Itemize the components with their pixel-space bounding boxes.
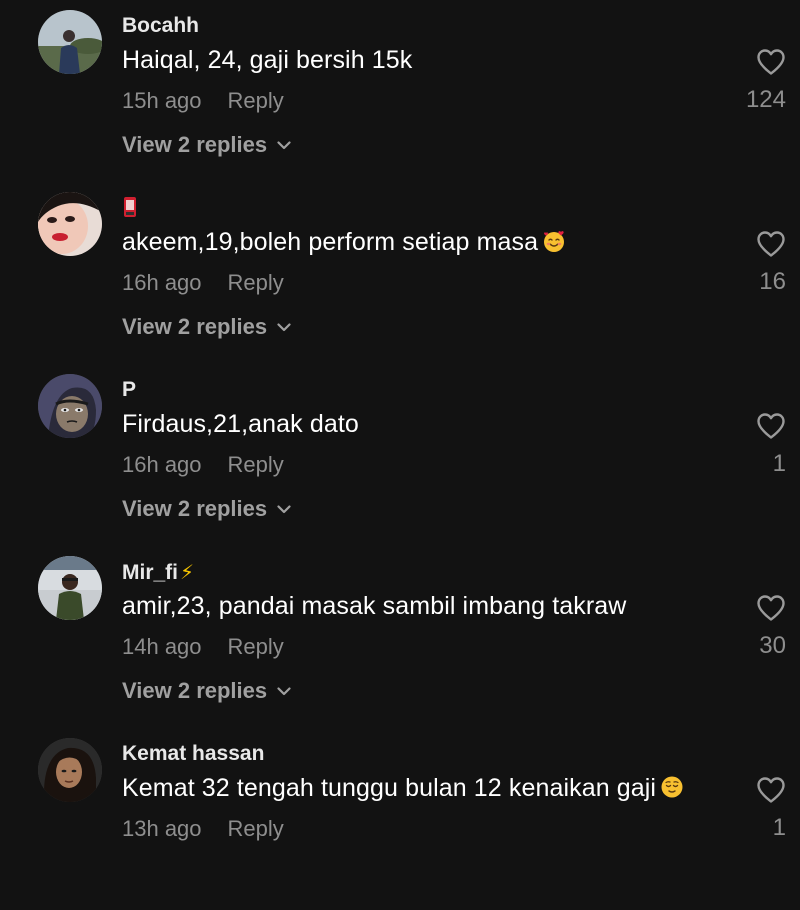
avatar[interactable] — [38, 374, 102, 438]
view-replies-label: View 2 replies — [122, 496, 268, 521]
comment-text-content: Kemat 32 tengah tunggu bulan 12 kenaikan… — [122, 774, 657, 802]
comment-time: 15h ago — [122, 88, 202, 113]
chevron-down-icon — [277, 505, 291, 514]
comment-item: Kemat hassan Kemat 32 tengah tunggu bula… — [0, 728, 800, 910]
view-replies-button[interactable]: View 2 replies — [122, 678, 291, 704]
like-group: 1 — [746, 776, 786, 841]
comment-item: P Firdaus,21,anak dato 16h ago Reply View… — [0, 364, 800, 546]
like-count: 124 — [745, 86, 786, 113]
avatar[interactable] — [38, 556, 102, 620]
like-group: 16 — [746, 230, 786, 295]
avatar[interactable] — [38, 738, 102, 802]
reply-button[interactable]: Reply — [228, 270, 284, 295]
comment-time: 14h ago — [122, 634, 202, 659]
lightning-icon: ⚡ — [180, 562, 195, 584]
avatar-image — [38, 192, 102, 256]
username[interactable]: Mir_fi ⚡ — [122, 560, 194, 585]
view-replies-label: View 2 replies — [122, 314, 268, 339]
comment-item: Mir_fi ⚡ amir,23, pandai masak sambil imb… — [0, 546, 800, 728]
comment-item: akeem,19,boleh perform setiap masa 16h a… — [0, 182, 800, 364]
comment-meta: 16h ago Reply — [122, 452, 284, 478]
avatar-image — [38, 556, 102, 620]
comment-meta: 13h ago Reply — [122, 816, 284, 842]
chevron-down-icon — [277, 141, 291, 150]
view-replies-button[interactable]: View 2 replies — [122, 496, 291, 522]
reply-button[interactable]: Reply — [228, 816, 284, 841]
comment-text-content: akeem,19,boleh perform setiap masa — [122, 228, 539, 256]
like-group: 30 — [746, 594, 786, 659]
avatar[interactable] — [38, 10, 102, 74]
relieved-face-icon — [661, 776, 683, 798]
comment-text: Kemat 32 tengah tunggu bulan 12 kenaikan… — [122, 774, 684, 803]
heart-icon[interactable] — [756, 594, 786, 622]
comment-text: akeem,19,boleh perform setiap masa — [122, 228, 566, 257]
reply-button[interactable]: Reply — [228, 88, 284, 113]
comment-time: 13h ago — [122, 816, 202, 841]
avatar-image — [38, 10, 102, 74]
comment-meta: 15h ago Reply — [122, 88, 284, 114]
comment-meta: 16h ago Reply — [122, 270, 284, 296]
phone-icon — [124, 197, 136, 217]
heart-icon[interactable] — [756, 48, 786, 76]
username-text: Mir_fi — [122, 561, 179, 584]
smiling-face-with-hearts-icon — [544, 231, 565, 252]
avatar-image — [38, 738, 102, 802]
heart-icon[interactable] — [756, 230, 786, 258]
comment-time: 16h ago — [122, 452, 202, 477]
view-replies-button[interactable]: View 2 replies — [122, 132, 291, 158]
reply-button[interactable]: Reply — [228, 452, 284, 477]
comment-meta: 14h ago Reply — [122, 634, 284, 660]
view-replies-label: View 2 replies — [122, 132, 268, 157]
like-group: 1 — [746, 412, 786, 477]
view-replies-button[interactable]: View 2 replies — [122, 314, 291, 340]
like-group: 124 — [746, 48, 786, 113]
chevron-down-icon — [277, 323, 291, 332]
comment-item: Bocahh Haiqal, 24, gaji bersih 15k 15h a… — [0, 0, 800, 182]
username[interactable]: Kemat hassan — [122, 742, 264, 766]
view-replies-label: View 2 replies — [122, 678, 268, 703]
comment-time: 16h ago — [122, 270, 202, 295]
comment-text: Firdaus,21,anak dato — [122, 410, 359, 438]
like-count: 1 — [772, 814, 786, 841]
chevron-down-icon — [277, 687, 291, 696]
like-count: 1 — [772, 450, 786, 477]
heart-icon[interactable] — [756, 776, 786, 804]
comment-text: amir,23, pandai masak sambil imbang takr… — [122, 592, 627, 620]
avatar-image — [38, 374, 102, 438]
reply-button[interactable]: Reply — [228, 634, 284, 659]
like-count: 30 — [759, 632, 786, 659]
username[interactable]: Bocahh — [122, 14, 199, 38]
like-count: 16 — [759, 268, 786, 295]
username[interactable]: P — [122, 378, 136, 402]
avatar[interactable] — [38, 192, 102, 256]
comment-text: Haiqal, 24, gaji bersih 15k — [122, 46, 413, 74]
heart-icon[interactable] — [756, 412, 786, 440]
